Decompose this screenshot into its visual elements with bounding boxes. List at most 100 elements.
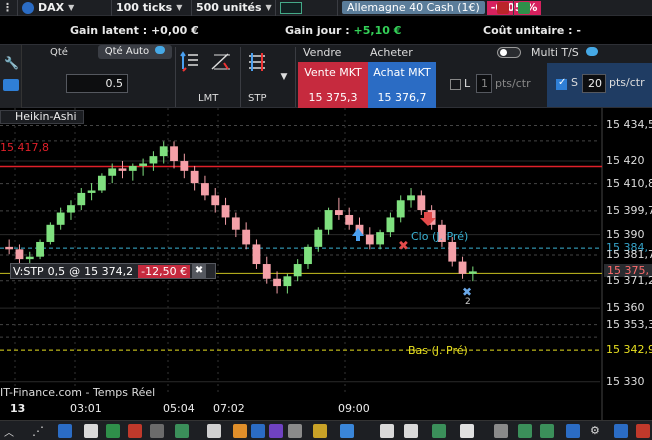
candle-body (365, 234, 374, 245)
search-icon[interactable] (150, 424, 164, 438)
price-axis-label: 15 330 (606, 374, 645, 388)
instrument-selector[interactable]: DAX ▼ (18, 0, 112, 16)
menu-button[interactable]: ⋮ (0, 0, 18, 16)
line-order-icon (211, 53, 230, 70)
share-icon[interactable]: ⋰ (32, 424, 46, 438)
position-bar[interactable]: V:STP 0,5 @ 15 374,2 -12,50 € ✖ (10, 263, 216, 279)
grid-icon[interactable] (518, 424, 532, 438)
chevron-down-icon: ▼ (265, 3, 272, 12)
buy-mkt-label: Achat MKT (373, 66, 431, 79)
user-icon[interactable]: ⚙ (590, 424, 604, 438)
window-icon[interactable] (404, 424, 418, 438)
qty-input[interactable]: 0.5 (66, 74, 128, 93)
candle-body (159, 146, 168, 157)
position-pnl: -12,50 € (138, 264, 191, 278)
indicators-button[interactable] (276, 0, 338, 16)
power-icon[interactable] (636, 424, 650, 438)
latent-gain: Gain latent : +0,00 € (70, 24, 199, 37)
candle-body (231, 217, 240, 230)
order-type-dropdown[interactable]: ▼ (276, 67, 292, 87)
chevron-down-icon: ▼ (176, 3, 183, 12)
signal-icon[interactable] (540, 424, 554, 438)
stp-label: STP (248, 93, 267, 104)
latent-gain-value: +0,00 € (150, 24, 199, 37)
wrench-icon[interactable]: 🔧 (4, 56, 19, 70)
candle-body (242, 229, 251, 245)
candle-body (87, 190, 96, 193)
candle-body (5, 246, 14, 250)
exit-marker-icon: ✖ (398, 239, 409, 254)
bell-icon[interactable] (233, 424, 247, 438)
price-axis-label: 15 353,3 (606, 317, 652, 331)
settings-icon[interactable] (251, 424, 265, 438)
candle-body (396, 200, 405, 218)
chart-style-label: Heikin-Ashi (15, 110, 77, 123)
data-source-label: IT-Finance.com - Temps Réel (0, 386, 156, 399)
candle-body (304, 246, 312, 265)
news-icon[interactable] (175, 424, 189, 438)
list-icon[interactable] (494, 424, 508, 438)
multi-ts-toggle[interactable] (497, 47, 521, 58)
time-label: 07:02 (213, 402, 245, 415)
alert-button[interactable] (494, 0, 514, 16)
sell-mkt-label: Vente MKT (304, 66, 362, 79)
price-axis-label: 15 420 (606, 154, 645, 168)
candle-body (149, 156, 158, 164)
candle-body (417, 195, 426, 211)
chart-icon[interactable] (128, 424, 142, 438)
stop-checkbox[interactable] (556, 77, 567, 90)
instrument-label: DAX (38, 1, 65, 14)
calendar-icon[interactable] (460, 424, 474, 438)
window-button[interactable] (514, 0, 536, 16)
folder-icon[interactable] (313, 424, 327, 438)
previous-close-label: Clo (J. Pré) (411, 230, 469, 243)
price-axis-label: 15 390 (606, 227, 645, 241)
candle-body (77, 192, 86, 206)
tools-icon[interactable] (207, 424, 221, 438)
monitor-icon[interactable] (566, 424, 580, 438)
chart-style-tab[interactable]: Heikin-Ashi (0, 110, 84, 124)
candle-body (97, 175, 106, 191)
limit-checkbox[interactable] (450, 79, 461, 90)
globe-icon[interactable] (614, 424, 628, 438)
chevron-up-icon[interactable]: ︿ (4, 424, 18, 439)
document-icon[interactable] (84, 424, 98, 438)
table-icon[interactable] (106, 424, 120, 438)
time-label: 05:04 (163, 402, 195, 415)
alert-icon (497, 1, 509, 14)
chat-icon[interactable] (58, 424, 72, 438)
qty-label: Qté (50, 47, 68, 58)
stop-input[interactable]: 20 (582, 74, 606, 93)
previous-low-label: Bas (J. Pré) (408, 344, 468, 357)
tile-icon[interactable] (432, 424, 446, 438)
tools-column: 🔧 (0, 45, 22, 109)
chat-icon (586, 47, 598, 56)
summary-bar: Gain latent : +0,00 € Gain jour : +5,10 … (0, 16, 652, 44)
candle-body (386, 217, 395, 233)
limit-input[interactable]: 1 (476, 74, 492, 93)
top-toolbar: ⋮ DAX ▼ 100 ticks ▼ 500 unités ▼ Allemag… (0, 0, 652, 16)
sell-mkt-button[interactable]: Vente MKT 15 375,3 (298, 62, 368, 108)
interval-selector[interactable]: 100 ticks ▼ (112, 0, 192, 16)
dots-icon: ⋮ (2, 1, 13, 14)
layout-icon[interactable] (269, 424, 283, 438)
candle-body (118, 168, 127, 171)
sell-price: 15 375,3 (308, 91, 358, 104)
price-chart[interactable]: ✖ ✖ Heikin-Ashi 15 434,5 15 420 15 410,8 15 … (0, 108, 652, 420)
marker-count: 2 (465, 297, 471, 307)
info-icon[interactable] (340, 424, 354, 438)
stp-order-icon[interactable] (247, 51, 269, 73)
qty-auto-button[interactable]: Qté Auto (98, 45, 172, 59)
account-selector[interactable]: Allemagne 40 Cash (1€) -0,05 % (338, 0, 542, 16)
keyboard-icon[interactable] (3, 79, 19, 91)
buy-mkt-button[interactable]: Achat MKT 15 376,7 (368, 62, 436, 108)
resistance-label: 15 417,8 (0, 141, 49, 154)
window-icon[interactable] (380, 424, 394, 438)
print-icon[interactable] (288, 424, 302, 438)
close-position-icon[interactable]: ✖ (192, 264, 207, 278)
candle-body (46, 224, 55, 242)
day-gain-value: +5,10 € (353, 24, 402, 37)
lmt-order-icon[interactable] (180, 51, 200, 73)
lmt-order-icon-2[interactable] (210, 51, 232, 73)
quantity-unit-selector[interactable]: 500 unités ▼ (192, 0, 276, 16)
